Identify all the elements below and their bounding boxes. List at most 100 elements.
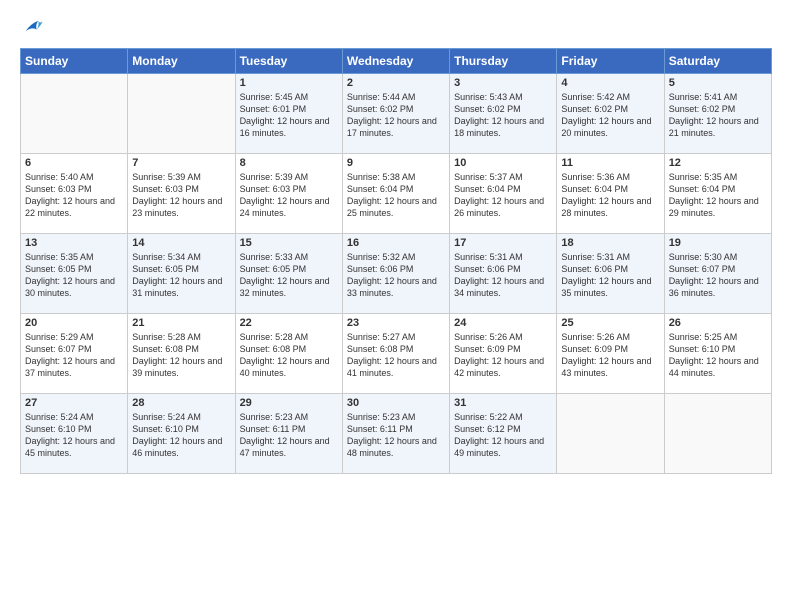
day-number: 25 (561, 317, 659, 329)
day-cell: 5 Sunrise: 5:41 AM Sunset: 6:02 PM Daylig… (664, 74, 771, 154)
day-info: Sunrise: 5:34 AM Sunset: 6:05 PM Dayligh… (132, 251, 230, 300)
calendar-header-row: SundayMondayTuesdayWednesdayThursdayFrid… (21, 49, 772, 74)
day-number: 8 (240, 157, 338, 169)
day-number: 9 (347, 157, 445, 169)
day-info: Sunrise: 5:38 AM Sunset: 6:04 PM Dayligh… (347, 171, 445, 220)
day-info: Sunrise: 5:36 AM Sunset: 6:04 PM Dayligh… (561, 171, 659, 220)
day-cell: 8Sunrise: 5:39 AM Sunset: 6:03 PM Daylig… (235, 154, 342, 234)
day-cell: 27Sunrise: 5:24 AM Sunset: 6:10 PM Dayli… (21, 394, 128, 474)
day-info: Sunrise: 5:40 AM Sunset: 6:03 PM Dayligh… (25, 171, 123, 220)
day-cell: 25Sunrise: 5:26 AM Sunset: 6:09 PM Dayli… (557, 314, 664, 394)
day-cell (128, 74, 235, 154)
day-info: Sunrise: 5:28 AM Sunset: 6:08 PM Dayligh… (240, 331, 338, 380)
header-sunday: Sunday (21, 49, 128, 74)
day-number: 22 (240, 317, 338, 329)
header-tuesday: Tuesday (235, 49, 342, 74)
header-saturday: Saturday (664, 49, 771, 74)
day-cell: 31 Sunrise: 5:22 AM Sunset: 6:12 PM Dayli… (450, 394, 557, 474)
day-info: Sunrise: 5:23 AM Sunset: 6:11 PM Dayligh… (347, 411, 445, 460)
day-number: 1 (240, 77, 338, 89)
week-row-3: 20Sunrise: 5:29 AM Sunset: 6:07 PM Dayli… (21, 314, 772, 394)
day-info: Sunrise: 5:25 AM Sunset: 6:10 PM Dayligh… (669, 331, 767, 380)
week-row-0: 1 Sunrise: 5:45 AM Sunset: 6:01 PM Daylig… (21, 74, 772, 154)
day-cell: 12 Sunrise: 5:35 AM Sunset: 6:04 PM Dayli… (664, 154, 771, 234)
day-number: 4 (561, 77, 659, 89)
day-cell: 1 Sunrise: 5:45 AM Sunset: 6:01 PM Daylig… (235, 74, 342, 154)
day-number: 28 (132, 397, 230, 409)
page: SundayMondayTuesdayWednesdayThursdayFrid… (0, 0, 792, 484)
day-info: Sunrise: 5:23 AM Sunset: 6:11 PM Dayligh… (240, 411, 338, 460)
day-cell (664, 394, 771, 474)
day-info: Sunrise: 5:42 AM Sunset: 6:02 PM Dayligh… (561, 91, 659, 140)
day-number: 18 (561, 237, 659, 249)
day-info: Sunrise: 5:43 AM Sunset: 6:02 PM Dayligh… (454, 91, 552, 140)
day-cell: 15 Sunrise: 5:33 AM Sunset: 6:05 PM Dayli… (235, 234, 342, 314)
day-number: 15 (240, 237, 338, 249)
day-cell (557, 394, 664, 474)
day-info: Sunrise: 5:33 AM Sunset: 6:05 PM Dayligh… (240, 251, 338, 300)
day-number: 2 (347, 77, 445, 89)
day-info: Sunrise: 5:29 AM Sunset: 6:07 PM Dayligh… (25, 331, 123, 380)
day-cell: 26 Sunrise: 5:25 AM Sunset: 6:10 PM Dayli… (664, 314, 771, 394)
day-cell: 4 Sunrise: 5:42 AM Sunset: 6:02 PM Daylig… (557, 74, 664, 154)
day-cell: 23 Sunrise: 5:27 AM Sunset: 6:08 PM Dayli… (342, 314, 449, 394)
day-number: 11 (561, 157, 659, 169)
day-cell: 17 Sunrise: 5:31 AM Sunset: 6:06 PM Dayli… (450, 234, 557, 314)
day-info: Sunrise: 5:22 AM Sunset: 6:12 PM Dayligh… (454, 411, 552, 460)
day-info: Sunrise: 5:35 AM Sunset: 6:05 PM Dayligh… (25, 251, 123, 300)
header (20, 16, 772, 38)
header-friday: Friday (557, 49, 664, 74)
day-number: 31 (454, 397, 552, 409)
day-cell: 14Sunrise: 5:34 AM Sunset: 6:05 PM Dayli… (128, 234, 235, 314)
week-row-1: 6Sunrise: 5:40 AM Sunset: 6:03 PM Daylig… (21, 154, 772, 234)
day-number: 16 (347, 237, 445, 249)
header-thursday: Thursday (450, 49, 557, 74)
day-info: Sunrise: 5:32 AM Sunset: 6:06 PM Dayligh… (347, 251, 445, 300)
header-monday: Monday (128, 49, 235, 74)
day-info: Sunrise: 5:24 AM Sunset: 6:10 PM Dayligh… (25, 411, 123, 460)
day-number: 19 (669, 237, 767, 249)
day-cell: 24 Sunrise: 5:26 AM Sunset: 6:09 PM Dayli… (450, 314, 557, 394)
day-cell: 30 Sunrise: 5:23 AM Sunset: 6:11 PM Dayli… (342, 394, 449, 474)
day-cell: 19 Sunrise: 5:30 AM Sunset: 6:07 PM Dayli… (664, 234, 771, 314)
day-number: 26 (669, 317, 767, 329)
day-info: Sunrise: 5:31 AM Sunset: 6:06 PM Dayligh… (454, 251, 552, 300)
day-number: 3 (454, 77, 552, 89)
week-row-4: 27Sunrise: 5:24 AM Sunset: 6:10 PM Dayli… (21, 394, 772, 474)
day-number: 30 (347, 397, 445, 409)
day-number: 23 (347, 317, 445, 329)
day-cell: 3 Sunrise: 5:43 AM Sunset: 6:02 PM Daylig… (450, 74, 557, 154)
day-info: Sunrise: 5:44 AM Sunset: 6:02 PM Dayligh… (347, 91, 445, 140)
day-number: 29 (240, 397, 338, 409)
day-cell: 28 Sunrise: 5:24 AM Sunset: 6:10 PM Dayli… (128, 394, 235, 474)
day-info: Sunrise: 5:27 AM Sunset: 6:08 PM Dayligh… (347, 331, 445, 380)
day-cell: 16 Sunrise: 5:32 AM Sunset: 6:06 PM Dayli… (342, 234, 449, 314)
day-number: 17 (454, 237, 552, 249)
day-number: 13 (25, 237, 123, 249)
day-cell: 29 Sunrise: 5:23 AM Sunset: 6:11 PM Dayli… (235, 394, 342, 474)
day-cell: 6Sunrise: 5:40 AM Sunset: 6:03 PM Daylig… (21, 154, 128, 234)
logo-bird-icon (22, 16, 44, 38)
calendar-table: SundayMondayTuesdayWednesdayThursdayFrid… (20, 48, 772, 474)
day-info: Sunrise: 5:24 AM Sunset: 6:10 PM Dayligh… (132, 411, 230, 460)
day-number: 24 (454, 317, 552, 329)
day-info: Sunrise: 5:41 AM Sunset: 6:02 PM Dayligh… (669, 91, 767, 140)
day-cell: 21 Sunrise: 5:28 AM Sunset: 6:08 PM Dayli… (128, 314, 235, 394)
day-cell: 7Sunrise: 5:39 AM Sunset: 6:03 PM Daylig… (128, 154, 235, 234)
day-info: Sunrise: 5:30 AM Sunset: 6:07 PM Dayligh… (669, 251, 767, 300)
day-info: Sunrise: 5:31 AM Sunset: 6:06 PM Dayligh… (561, 251, 659, 300)
day-cell (21, 74, 128, 154)
day-number: 10 (454, 157, 552, 169)
day-info: Sunrise: 5:26 AM Sunset: 6:09 PM Dayligh… (454, 331, 552, 380)
day-info: Sunrise: 5:45 AM Sunset: 6:01 PM Dayligh… (240, 91, 338, 140)
day-cell: 9 Sunrise: 5:38 AM Sunset: 6:04 PM Daylig… (342, 154, 449, 234)
day-number: 12 (669, 157, 767, 169)
day-number: 5 (669, 77, 767, 89)
day-cell: 22 Sunrise: 5:28 AM Sunset: 6:08 PM Dayli… (235, 314, 342, 394)
day-info: Sunrise: 5:37 AM Sunset: 6:04 PM Dayligh… (454, 171, 552, 220)
day-info: Sunrise: 5:35 AM Sunset: 6:04 PM Dayligh… (669, 171, 767, 220)
header-wednesday: Wednesday (342, 49, 449, 74)
logo (20, 16, 44, 38)
day-number: 21 (132, 317, 230, 329)
day-info: Sunrise: 5:28 AM Sunset: 6:08 PM Dayligh… (132, 331, 230, 380)
